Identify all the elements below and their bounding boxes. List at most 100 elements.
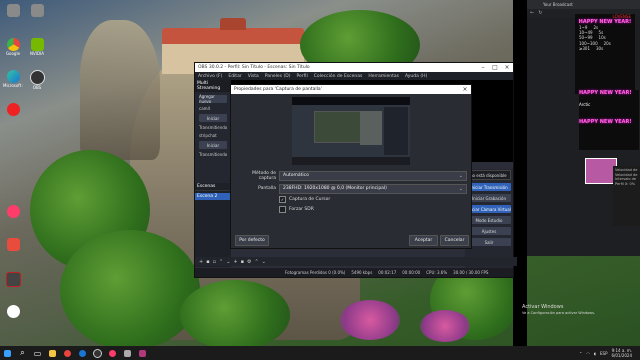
app-icon[interactable]	[137, 348, 149, 358]
start-target-button[interactable]: Iniciar	[199, 114, 227, 122]
method-value: Automático	[283, 173, 309, 178]
studio-mode-button[interactable]: Modo Estudio	[467, 216, 511, 224]
screen-row: Pantalla 238FHD: 1920x1080 @ 0,0 (Monito…	[235, 183, 467, 194]
capture-cursor-checkbox[interactable]: ✓ Captura de Cursor	[279, 196, 330, 203]
desktop-icon-app[interactable]	[3, 205, 23, 218]
defaults-button[interactable]: Por defecto	[235, 235, 269, 246]
force-sdr-checkbox[interactable]: Forzar SDR	[279, 206, 314, 213]
edge-icon	[6, 70, 20, 83]
menu-paneles[interactable]: Paneles (D)	[265, 74, 291, 79]
search-icon[interactable]: ⌕	[17, 348, 29, 358]
menu-coleccion[interactable]: Colección de Escenas	[314, 74, 363, 79]
desktop-icon-app2[interactable]	[3, 272, 23, 287]
screen-value: 238FHD: 1920x1080 @ 0,0 (Monitor princip…	[283, 186, 387, 191]
edge-icon[interactable]	[77, 348, 89, 358]
tip-row: ≥301 30s	[579, 45, 604, 51]
desktop-icon-youtube[interactable]	[3, 103, 23, 116]
tip-menu: LOVENSE HAPPY NEW YEAR! 1~9 2s 10~49 5s 50…	[575, 14, 635, 94]
add-icon[interactable]: +	[199, 259, 203, 265]
obs-title: OBS 30.0.2 - Perfil: Sin Título - Escena…	[198, 65, 310, 70]
menu-ayuda[interactable]: Ayuda (H)	[405, 74, 427, 79]
desktop-icon-1[interactable]	[3, 4, 23, 17]
trash-icon[interactable]: ▪	[241, 259, 244, 265]
rec-time: 00:00:00	[402, 270, 421, 275]
app-icon[interactable]	[107, 348, 119, 358]
add-target-button[interactable]: Agregar nuevo	[199, 94, 227, 104]
obs-icon[interactable]	[92, 348, 104, 358]
nvidia-icon	[30, 38, 44, 51]
chat-list: HAPPY NEW YEAR! Arctic HAPPY NEW YEAR!	[579, 90, 639, 150]
desktop-icon-brave[interactable]	[3, 238, 23, 251]
target-name: cam4	[199, 106, 211, 111]
refresh-icon[interactable]: ↻	[538, 10, 542, 16]
start-target-button[interactable]: Iniciar	[199, 141, 227, 149]
accept-button[interactable]: Aceptar	[409, 235, 438, 246]
desktop-icon-google[interactable]: Google	[3, 38, 23, 56]
capture-preview	[292, 97, 410, 165]
checkbox-checked-icon: ✓	[279, 196, 286, 203]
scene-item[interactable]: Escena 2	[195, 193, 231, 200]
browser-tab[interactable]: Your Broadcast	[527, 0, 640, 9]
desktop-icon-2[interactable]	[27, 4, 47, 17]
chevron-down-icon: ⌄	[458, 185, 463, 192]
preview-window	[384, 107, 408, 155]
menu-herramientas[interactable]: Herramientas	[368, 74, 399, 79]
down-icon[interactable]: ⌄	[262, 259, 266, 265]
menu-perfil[interactable]: Perfil	[296, 74, 307, 79]
maximize-icon[interactable]: □	[489, 64, 501, 71]
target-status: Transmitiendo	[199, 125, 228, 130]
checkbox-empty-icon	[279, 206, 286, 213]
desktop-icon-obs[interactable]: OBS	[27, 70, 47, 90]
menu-vista[interactable]: Vista	[248, 74, 259, 79]
settings-button[interactable]: Ajustes	[467, 227, 511, 235]
down-icon[interactable]: ⌄	[226, 259, 230, 265]
desktop-icon-nvidia[interactable]: NVIDIA	[27, 38, 47, 56]
menu-editar[interactable]: Editar	[228, 74, 241, 79]
close-icon[interactable]: ×	[459, 86, 471, 93]
multistream-panel: Multi Streaming Agregar nuevo cam4 Inici…	[195, 80, 231, 200]
sdr-row: Forzar SDR	[235, 205, 467, 214]
menu-archivo[interactable]: Archivo (F)	[198, 74, 222, 79]
app-icon[interactable]	[122, 348, 134, 358]
stream-state: no está disponible	[467, 170, 511, 180]
cursor-row: ✓ Captura de Cursor	[235, 195, 467, 204]
virtual-camera-button[interactable]: Iniciar Cámara Virtual	[467, 205, 511, 213]
chrome-icon	[6, 38, 20, 51]
chrome-icon[interactable]	[62, 348, 74, 358]
network-icon[interactable]: ◠	[586, 351, 590, 356]
language-indicator[interactable]: ESP	[600, 351, 607, 356]
minimize-icon[interactable]: –	[477, 64, 489, 71]
desktop-icon-edge[interactable]: Microsoft Edge	[3, 70, 23, 88]
chevron-up-icon[interactable]: ⌃	[579, 351, 582, 356]
back-icon[interactable]: ←	[530, 10, 534, 16]
file-explorer-icon[interactable]	[47, 348, 59, 358]
fps: 30.00 / 30.00 FPS	[453, 270, 489, 275]
tab-title: Your Broadcast	[543, 2, 573, 7]
close-icon[interactable]: ×	[501, 64, 513, 71]
exit-button[interactable]: Salir	[467, 238, 511, 246]
app-icon	[6, 205, 20, 218]
clock[interactable]: 9:14 a. m. 6/01/2024	[611, 348, 632, 358]
method-select[interactable]: Automático ⌄	[279, 170, 467, 181]
up-icon[interactable]: ⌃	[254, 259, 258, 265]
desktop-icon-app3[interactable]	[3, 305, 23, 318]
up-icon[interactable]: ⌃	[219, 259, 223, 265]
bitrate: 5490 kbps	[351, 270, 373, 275]
filter-icon[interactable]: ▫	[213, 259, 216, 265]
cancel-button[interactable]: Cancelar	[440, 235, 469, 246]
remove-icon[interactable]: ▪	[206, 259, 209, 265]
neon-text: HAPPY NEW YEAR!	[579, 119, 632, 125]
gear-icon[interactable]: ⚙	[247, 259, 251, 265]
start-recording-button[interactable]: Iniciar Grabación	[467, 194, 511, 202]
screen-select[interactable]: 238FHD: 1920x1080 @ 0,0 (Monitor princip…	[279, 183, 467, 194]
volume-icon[interactable]: ◖	[594, 351, 596, 356]
flowers	[340, 300, 400, 340]
rock-cliff-left	[80, 20, 160, 160]
task-view-icon[interactable]: ▭	[32, 348, 44, 358]
activate-windows-watermark: Activar Windows Ve a Configuración para …	[522, 304, 596, 315]
add-source-icon[interactable]: +	[233, 259, 237, 265]
browser-window: Your Broadcast ← ↻ LOVENSE HAPPY NEW YEA…	[527, 0, 640, 256]
tree	[180, 280, 290, 350]
start-stream-button[interactable]: Iniciar Transmisión	[467, 183, 511, 191]
windows-start-icon[interactable]	[2, 348, 14, 358]
